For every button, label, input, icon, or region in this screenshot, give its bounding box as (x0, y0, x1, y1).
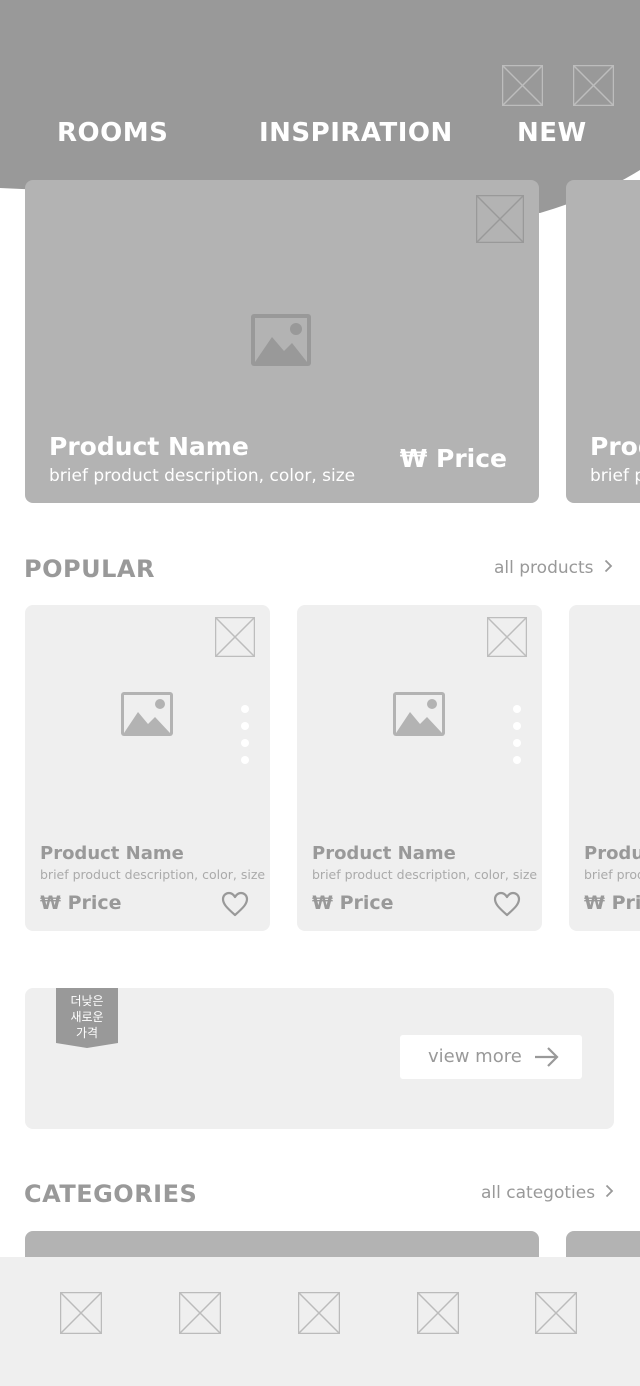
nav-rooms[interactable]: ROOMS (57, 118, 168, 148)
promo-banner[interactable]: 더낮은 새로운 가격 view more (25, 988, 614, 1129)
view-more-button[interactable]: view more (400, 1035, 582, 1079)
tab-2-placeholder-icon[interactable] (178, 1291, 222, 1335)
carousel-dots (513, 705, 521, 773)
all-products-link[interactable]: all products (494, 558, 613, 578)
popular-product-name: Product Name (312, 843, 456, 864)
popular-product-card[interactable]: Product Name brief product description, … (569, 605, 640, 931)
image-icon (250, 313, 312, 372)
all-categories-label: all categoties (481, 1183, 596, 1203)
view-more-label: view more (428, 1046, 522, 1067)
popular-product-description: brief product description, color, size (312, 867, 538, 882)
all-categories-link[interactable]: all categoties (481, 1183, 614, 1203)
popular-title: POPULAR (24, 555, 155, 583)
hero-product-card-next[interactable]: Product Name brief product description, … (566, 180, 640, 503)
popular-product-name: Product Name (584, 843, 640, 864)
heart-icon[interactable] (493, 891, 521, 917)
promo-badge-line-2: 새로운 (70, 1010, 104, 1024)
promo-badge-line-1: 더낮은 (70, 994, 104, 1008)
hero-product-name: Product Name (590, 432, 640, 461)
hero-product-price: ₩ Price (399, 444, 507, 473)
popular-product-card[interactable]: Product Name brief product description, … (25, 605, 270, 931)
promo-badge-text: 더낮은 새로운 가격 (56, 993, 118, 1041)
popular-product-description: brief product description, color, size (584, 867, 640, 882)
chevron-right-icon (604, 558, 613, 578)
hero-product-card[interactable]: Product Name brief product description, … (25, 180, 539, 503)
bottom-tab-bar (0, 1257, 640, 1386)
image-icon (120, 691, 174, 742)
tab-5-placeholder-icon[interactable] (534, 1291, 578, 1335)
popular-product-card[interactable]: Product Name brief product description, … (297, 605, 542, 931)
heart-icon[interactable] (221, 891, 249, 917)
image-icon (392, 691, 446, 742)
carousel-dots (241, 705, 249, 773)
popular-product-price: ₩ Price (40, 892, 122, 914)
hero-product-description: brief product description, color, size (590, 466, 640, 486)
tab-3-placeholder-icon[interactable] (297, 1291, 341, 1335)
chevron-right-icon (605, 1183, 614, 1203)
promo-badge-line-3: 가격 (75, 1026, 99, 1040)
hero-product-description: brief product description, color, size (49, 466, 356, 486)
all-products-label: all products (494, 558, 594, 578)
popular-product-name: Product Name (40, 843, 184, 864)
popular-product-description: brief product description, color, size (40, 867, 266, 882)
bookmark-placeholder-icon[interactable] (476, 195, 524, 243)
tab-1-placeholder-icon[interactable] (59, 1291, 103, 1335)
categories-title: CATEGORIES (24, 1180, 198, 1208)
tab-4-placeholder-icon[interactable] (416, 1291, 460, 1335)
popular-product-price: ₩ Price (584, 892, 640, 914)
nav-inspiration[interactable]: INSPIRATION (259, 118, 453, 148)
header-icon-1[interactable] (502, 65, 543, 106)
arrow-right-icon (534, 1046, 560, 1073)
nav-new[interactable]: NEW (517, 118, 587, 148)
header-icon-2[interactable] (573, 65, 614, 106)
bookmark-placeholder-icon[interactable] (487, 617, 527, 657)
bookmark-placeholder-icon[interactable] (215, 617, 255, 657)
hero-product-name: Product Name (49, 432, 249, 461)
popular-product-price: ₩ Price (312, 892, 394, 914)
